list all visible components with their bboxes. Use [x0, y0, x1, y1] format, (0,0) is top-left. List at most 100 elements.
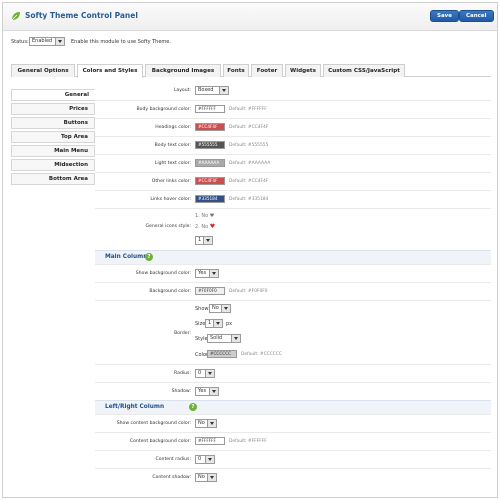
shadow-select[interactable]: Yes [195, 387, 219, 396]
tab-widgets[interactable]: Widgets [285, 64, 321, 77]
sidebar-item-prices[interactable]: Prices [11, 103, 95, 115]
show-content-bg-select[interactable]: No [195, 419, 217, 428]
color-label: Body text color: [154, 143, 191, 148]
color-label: Other links color: [151, 179, 191, 184]
color-default: Default: #AAAAAA [229, 161, 271, 166]
sidebar-item-general[interactable]: General [11, 89, 95, 101]
radius-label: Radius: [174, 371, 191, 376]
chevron-down-icon [207, 420, 216, 427]
color-row: Other links color: #CC4F4F Default: #CC4… [95, 172, 491, 190]
bg-color-row: Background color: #F0F0F0 Default: #F0F0… [95, 282, 491, 300]
border-show-label: Show: [195, 306, 210, 312]
control-panel: Softy Theme Control Panel Save Cancel St… [2, 2, 498, 498]
content-radius-row: Content radius: 0 [95, 450, 491, 468]
content-bg-row: Content background color: #FFFFFF Defaul… [95, 432, 491, 450]
chevron-down-icon [205, 370, 214, 377]
shadow-label: Shadow: [171, 389, 191, 394]
tabs-bar: General Options Colors and Styles Backgr… [11, 64, 491, 78]
show-bg-label: Show background color: [135, 271, 191, 276]
page-title: Softy Theme Control Panel [25, 11, 138, 20]
content-radius-value: 0 [198, 456, 202, 462]
sidebar-item-buttons[interactable]: Buttons [11, 117, 95, 129]
radius-row: Radius: 0 [95, 364, 491, 382]
color-row: Light text color: #AAAAAA Default: #AAAA… [95, 154, 491, 172]
border-style-select[interactable]: Solid [207, 334, 241, 343]
save-button[interactable]: Save [430, 10, 459, 22]
chevron-down-icon [207, 474, 216, 481]
status-select[interactable]: Enabled [29, 37, 65, 46]
radius-select[interactable]: 0 [195, 369, 215, 378]
layout-select-value: Boxed [198, 87, 214, 93]
content-radius-select[interactable]: 0 [195, 455, 215, 464]
show-content-bg-row: Show content background color: No [95, 414, 491, 432]
content-bg-label: Content background color: [129, 439, 191, 444]
color-input[interactable]: #CC4F4F [195, 177, 225, 185]
color-row: Body text color: #555555 Default: #55555… [95, 136, 491, 154]
chevron-down-icon [209, 388, 218, 395]
tab-custom-css-js[interactable]: Custom CSS/JavaScript [323, 64, 405, 77]
color-label: Light text color: [154, 161, 191, 166]
color-input[interactable]: #CC4F4F [195, 123, 225, 131]
bg-color-label: Background color: [149, 289, 191, 294]
color-input[interactable]: #335184 [195, 195, 225, 203]
show-content-bg-value: No [198, 420, 205, 426]
sidebar-item-top-area[interactable]: Top Area [11, 131, 95, 143]
color-row: Links hover color: #335184 Default: #335… [95, 190, 491, 208]
content-shadow-select[interactable]: No [195, 473, 217, 482]
icons-style-value: 1 [198, 237, 202, 243]
tab-colors-and-styles[interactable]: Colors and Styles [77, 64, 143, 78]
shadow-value: Yes [198, 388, 207, 394]
help-icon[interactable]: ? [145, 253, 153, 261]
header-bar: Softy Theme Control Panel Save Cancel [3, 3, 497, 31]
sidebar-item-bottom-area[interactable]: Bottom Area [11, 173, 95, 185]
bg-color-default: Default: #F0F0F0 [229, 289, 268, 294]
chevron-down-icon [219, 87, 228, 94]
color-label: Headings color: [155, 125, 191, 130]
chevron-down-icon [221, 305, 230, 312]
border-label: Border: [174, 331, 191, 336]
color-input[interactable]: #AAAAAA [195, 159, 225, 167]
layout-select[interactable]: Boxed [195, 86, 229, 95]
chevron-down-icon [231, 335, 240, 342]
color-input[interactable]: #555555 [195, 141, 225, 149]
content-shadow-value: No [198, 474, 205, 480]
show-bg-select[interactable]: Yes [195, 269, 219, 278]
sidebar-item-main-menu[interactable]: Main Menu [11, 145, 95, 157]
border-size-unit: px [226, 321, 233, 327]
tab-footer[interactable]: Footer [251, 64, 283, 77]
radius-value: 0 [198, 370, 202, 376]
help-icon[interactable]: ? [189, 403, 197, 411]
color-default: Default: #FFFFFF [229, 107, 267, 112]
icons-style-label: General icons style: [145, 224, 191, 229]
sidebar-item-midsection[interactable]: Midsection [11, 159, 95, 171]
border-row: Border: Show: No Size: 1 px Style: Solid… [95, 300, 491, 364]
border-show-select[interactable]: No [209, 304, 231, 313]
chevron-down-icon [55, 38, 64, 45]
content-bg-input[interactable]: #FFFFFF [195, 437, 225, 445]
border-color-input[interactable]: #CCCCCC [207, 350, 237, 358]
content-bg-default: Default: #FFFFFF [229, 439, 267, 444]
border-style-value: Solid [210, 335, 223, 341]
color-default: Default: #555555 [229, 143, 269, 148]
icons-style-select[interactable]: 1 [195, 236, 213, 245]
cancel-button[interactable]: Cancel [459, 10, 494, 22]
tab-fonts[interactable]: Fonts [223, 64, 249, 77]
icons-style-row: 1. No ♥ General icons style: 2. No ♥ 1 [95, 208, 491, 250]
color-label: Links hover color: [150, 197, 191, 202]
color-default: Default: #CC4F4F [229, 125, 269, 130]
shadow-row: Shadow: Yes [95, 382, 491, 400]
settings-content: Layout: Boxed Body background color: #FF… [95, 78, 491, 498]
status-select-value: Enabled [32, 38, 53, 44]
border-color-default: Default: #CCCCCC [241, 352, 282, 357]
border-size-select[interactable]: 1 [205, 319, 223, 328]
bg-color-input[interactable]: #F0F0F0 [195, 287, 225, 295]
chevron-down-icon [205, 456, 214, 463]
icons-style-option-2[interactable]: 2. No ♥ [195, 223, 215, 230]
main-column-title: Main Column [105, 254, 148, 260]
border-size-value: 1 [208, 320, 212, 326]
tab-background-images[interactable]: Background Images [145, 64, 221, 77]
color-input[interactable]: #FFFFFF [195, 105, 225, 113]
icons-style-option-1[interactable]: 1. No ♥ [195, 213, 214, 219]
tab-general-options[interactable]: General Options [11, 64, 75, 77]
color-row: Headings color: #CC4F4F Default: #CC4F4F [95, 118, 491, 136]
